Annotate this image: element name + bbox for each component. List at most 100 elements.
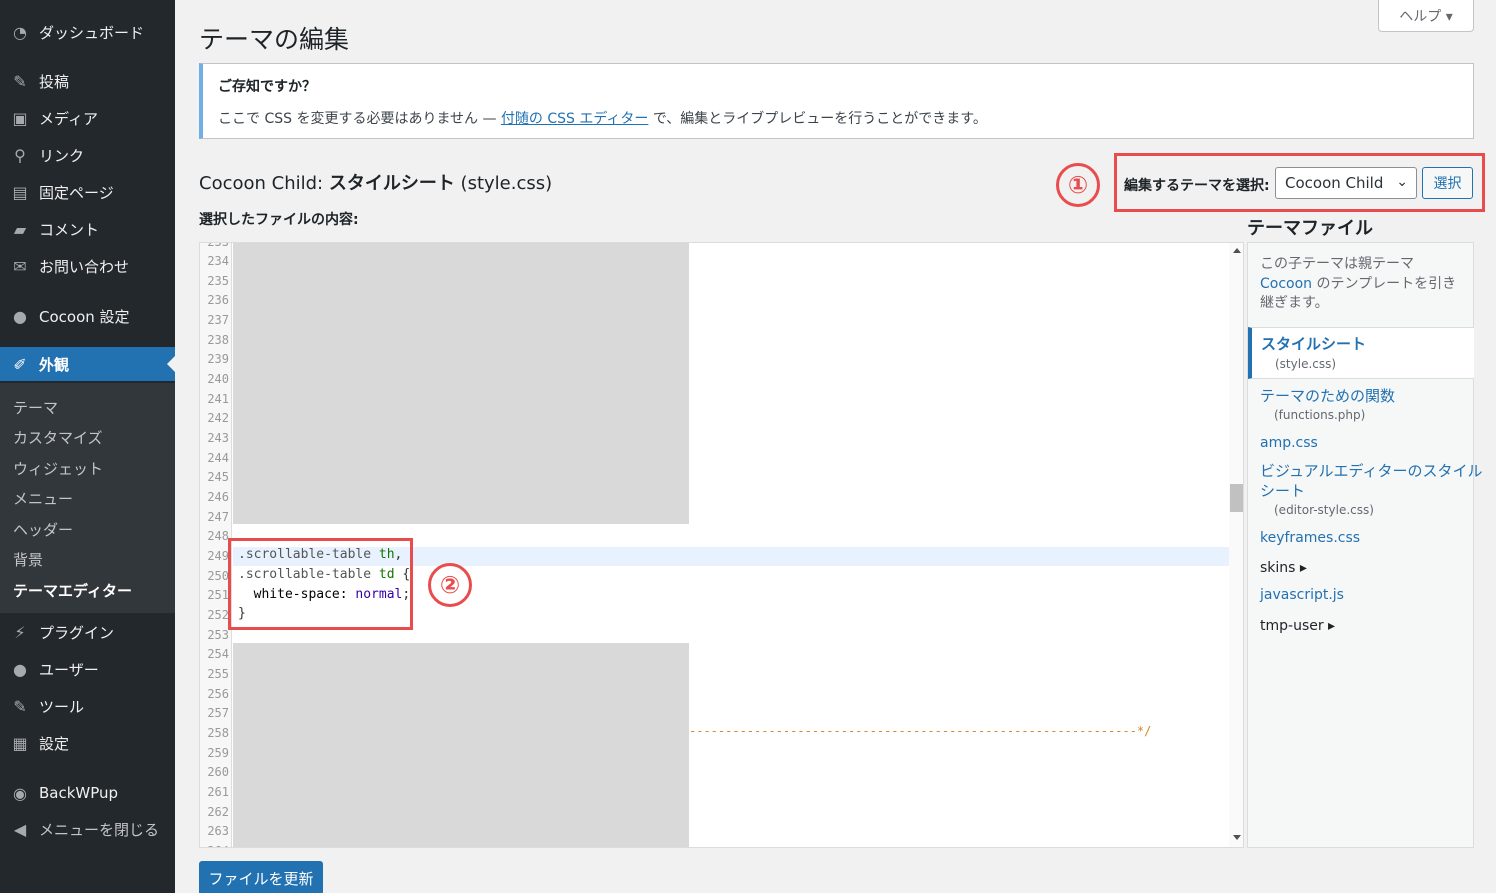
scroll-thumb[interactable]	[1230, 484, 1243, 512]
circle-icon: ●	[13, 306, 27, 326]
line-number: 240	[207, 372, 229, 386]
menu-label: お問い合わせ	[39, 257, 130, 276]
menu-label: メニューを閉じる	[39, 820, 160, 839]
notice-text-before: ここで CSS を変更する必要はありません —	[218, 111, 501, 127]
menu-tools[interactable]: ✎ ツール	[0, 689, 175, 723]
file-link-javascript[interactable]: javascript.js	[1260, 587, 1344, 603]
appearance-submenu: テーマ カスタマイズ ウィジェット メニュー ヘッダー 背景 テーマエディター	[0, 383, 175, 613]
menu-plugins[interactable]: ⚡ プラグイン	[0, 615, 175, 649]
line-number: 247	[207, 510, 229, 524]
menu-label: プラグイン	[39, 623, 115, 642]
theme-files-heading: テーマファイル	[1247, 218, 1373, 239]
file-item-current[interactable]: スタイルシート (style.css)	[1248, 327, 1474, 379]
plugin-icon: ⚡	[14, 622, 26, 642]
menu-links[interactable]: ⚲ リンク	[0, 138, 175, 172]
line-number: 244	[207, 451, 229, 465]
parent-theme-link[interactable]: Cocoon	[1260, 276, 1312, 292]
submenu-widgets[interactable]: ウィジェット	[13, 458, 103, 479]
line-number: 233	[207, 242, 229, 249]
comment-icon: ▰	[13, 219, 27, 239]
menu-appearance[interactable]: ✐ 外観	[0, 347, 175, 381]
chevron-down-icon: ⌄	[1396, 174, 1408, 190]
notice-text: ここで CSS を変更する必要はありません — 付随の CSS エディター で、…	[218, 108, 987, 128]
file-link-functions[interactable]: テーマのための関数	[1260, 385, 1395, 406]
backwpup-icon: ◉	[13, 783, 27, 803]
menu-settings[interactable]: ▦ 設定	[0, 726, 175, 760]
page-title: テーマの編集	[199, 25, 350, 54]
submenu-header[interactable]: ヘッダー	[13, 519, 73, 540]
brush-icon: ✐	[13, 354, 27, 374]
menu-cocoon-settings[interactable]: ● Cocoon 設定	[0, 299, 175, 333]
submenu-themes[interactable]: テーマ	[13, 397, 58, 418]
menu-label: ツール	[39, 697, 85, 716]
pin-icon: ✎	[13, 71, 27, 91]
mail-icon: ✉	[13, 256, 27, 276]
info-notice: ご存知ですか？ ここで CSS を変更する必要はありません — 付随の CSS …	[199, 63, 1474, 139]
line-number: 235	[207, 274, 229, 288]
menu-label: 固定ページ	[39, 183, 114, 202]
menu-posts[interactable]: ✎ 投稿	[0, 64, 175, 98]
update-file-button[interactable]: ファイルを更新	[199, 861, 323, 893]
menu-pages[interactable]: ▤ 固定ページ	[0, 175, 175, 209]
line-number: 263	[207, 824, 229, 838]
file-heading: Cocoon Child: スタイルシート (style.css)	[199, 169, 552, 195]
line-number: 249	[207, 549, 229, 563]
css-editor-link[interactable]: 付随の CSS エディター	[501, 111, 648, 127]
line-number: 255	[207, 667, 229, 681]
theme-files-panel: この子テーマは親テーマ Cocoon のテンプレートを引き継ぎます。 スタイルシ…	[1247, 242, 1482, 848]
callout-number-2: ②	[428, 563, 472, 607]
redacted-code-block	[233, 643, 689, 847]
folder-skins[interactable]: skins ▸	[1260, 560, 1307, 576]
file-link-amp[interactable]: amp.css	[1260, 435, 1318, 451]
select-theme-button[interactable]: 選択	[1422, 167, 1473, 199]
file-sub: (functions.php)	[1274, 408, 1366, 422]
menu-backwpup[interactable]: ◉ BackWPup	[0, 776, 175, 810]
file-sub: (style.css)	[1275, 357, 1337, 371]
menu-media[interactable]: ▣ メディア	[0, 101, 175, 135]
line-number: 259	[207, 746, 229, 760]
submenu-theme-editor[interactable]: テーマエディター	[13, 580, 132, 601]
file-link-keyframes[interactable]: keyframes.css	[1260, 530, 1360, 546]
file-sub: (editor-style.css)	[1274, 503, 1374, 517]
file-link-editor-style[interactable]: ビジュアルエディターのスタイル	[1260, 460, 1482, 481]
menu-label: コメント	[39, 220, 100, 239]
line-number: 252	[207, 608, 229, 622]
line-number: 261	[207, 785, 229, 799]
line-number: 256	[207, 687, 229, 701]
line-number: 234	[207, 254, 229, 268]
submenu-background[interactable]: 背景	[13, 549, 43, 570]
line-number: 262	[207, 805, 229, 819]
menu-label: Cocoon 設定	[39, 307, 130, 326]
menu-label: ユーザー	[39, 660, 99, 679]
file-link[interactable]: スタイルシート	[1261, 333, 1366, 354]
link-icon: ⚲	[14, 145, 26, 165]
menu-label: 外観	[39, 355, 70, 374]
menu-label: 投稿	[39, 72, 70, 91]
menu-collapse[interactable]: ◀ メニューを閉じる	[0, 812, 175, 846]
menu-contact[interactable]: ✉ お問い合わせ	[0, 249, 175, 283]
scroll-down-arrow-icon[interactable]	[1233, 835, 1241, 840]
line-number: 258	[207, 726, 229, 740]
content-label: 選択したファイルの内容:	[199, 212, 359, 228]
menu-dashboard[interactable]: ◔ ダッシュボード	[0, 15, 175, 49]
line-number: 264	[200, 844, 229, 847]
menu-label: BackWPup	[39, 784, 119, 802]
help-button[interactable]: ヘルプ ▾	[1378, 0, 1474, 32]
media-icon: ▣	[12, 108, 28, 128]
submenu-menus[interactable]: メニュー	[13, 488, 73, 509]
editor-scrollbar[interactable]	[1229, 243, 1243, 847]
theme-select-label: 編集するテーマを選択:	[1124, 178, 1270, 194]
folder-tmp-user[interactable]: tmp-user ▸	[1260, 618, 1335, 634]
menu-users[interactable]: ● ユーザー	[0, 652, 175, 686]
submenu-customize[interactable]: カスタマイズ	[13, 427, 103, 448]
scroll-up-arrow-icon[interactable]	[1233, 248, 1241, 253]
file-link-editor-style-cont[interactable]: シート	[1260, 480, 1305, 501]
line-number: 253	[207, 628, 229, 642]
code-comment: ----------------------------------------…	[689, 724, 1152, 738]
line-number: 257	[207, 706, 229, 720]
theme-select-dropdown[interactable]: Cocoon Child ⌄	[1275, 167, 1417, 199]
line-number: 248	[207, 529, 229, 543]
menu-comments[interactable]: ▰ コメント	[0, 212, 175, 246]
menu-label: 設定	[39, 734, 70, 753]
line-number: 254	[207, 647, 229, 661]
